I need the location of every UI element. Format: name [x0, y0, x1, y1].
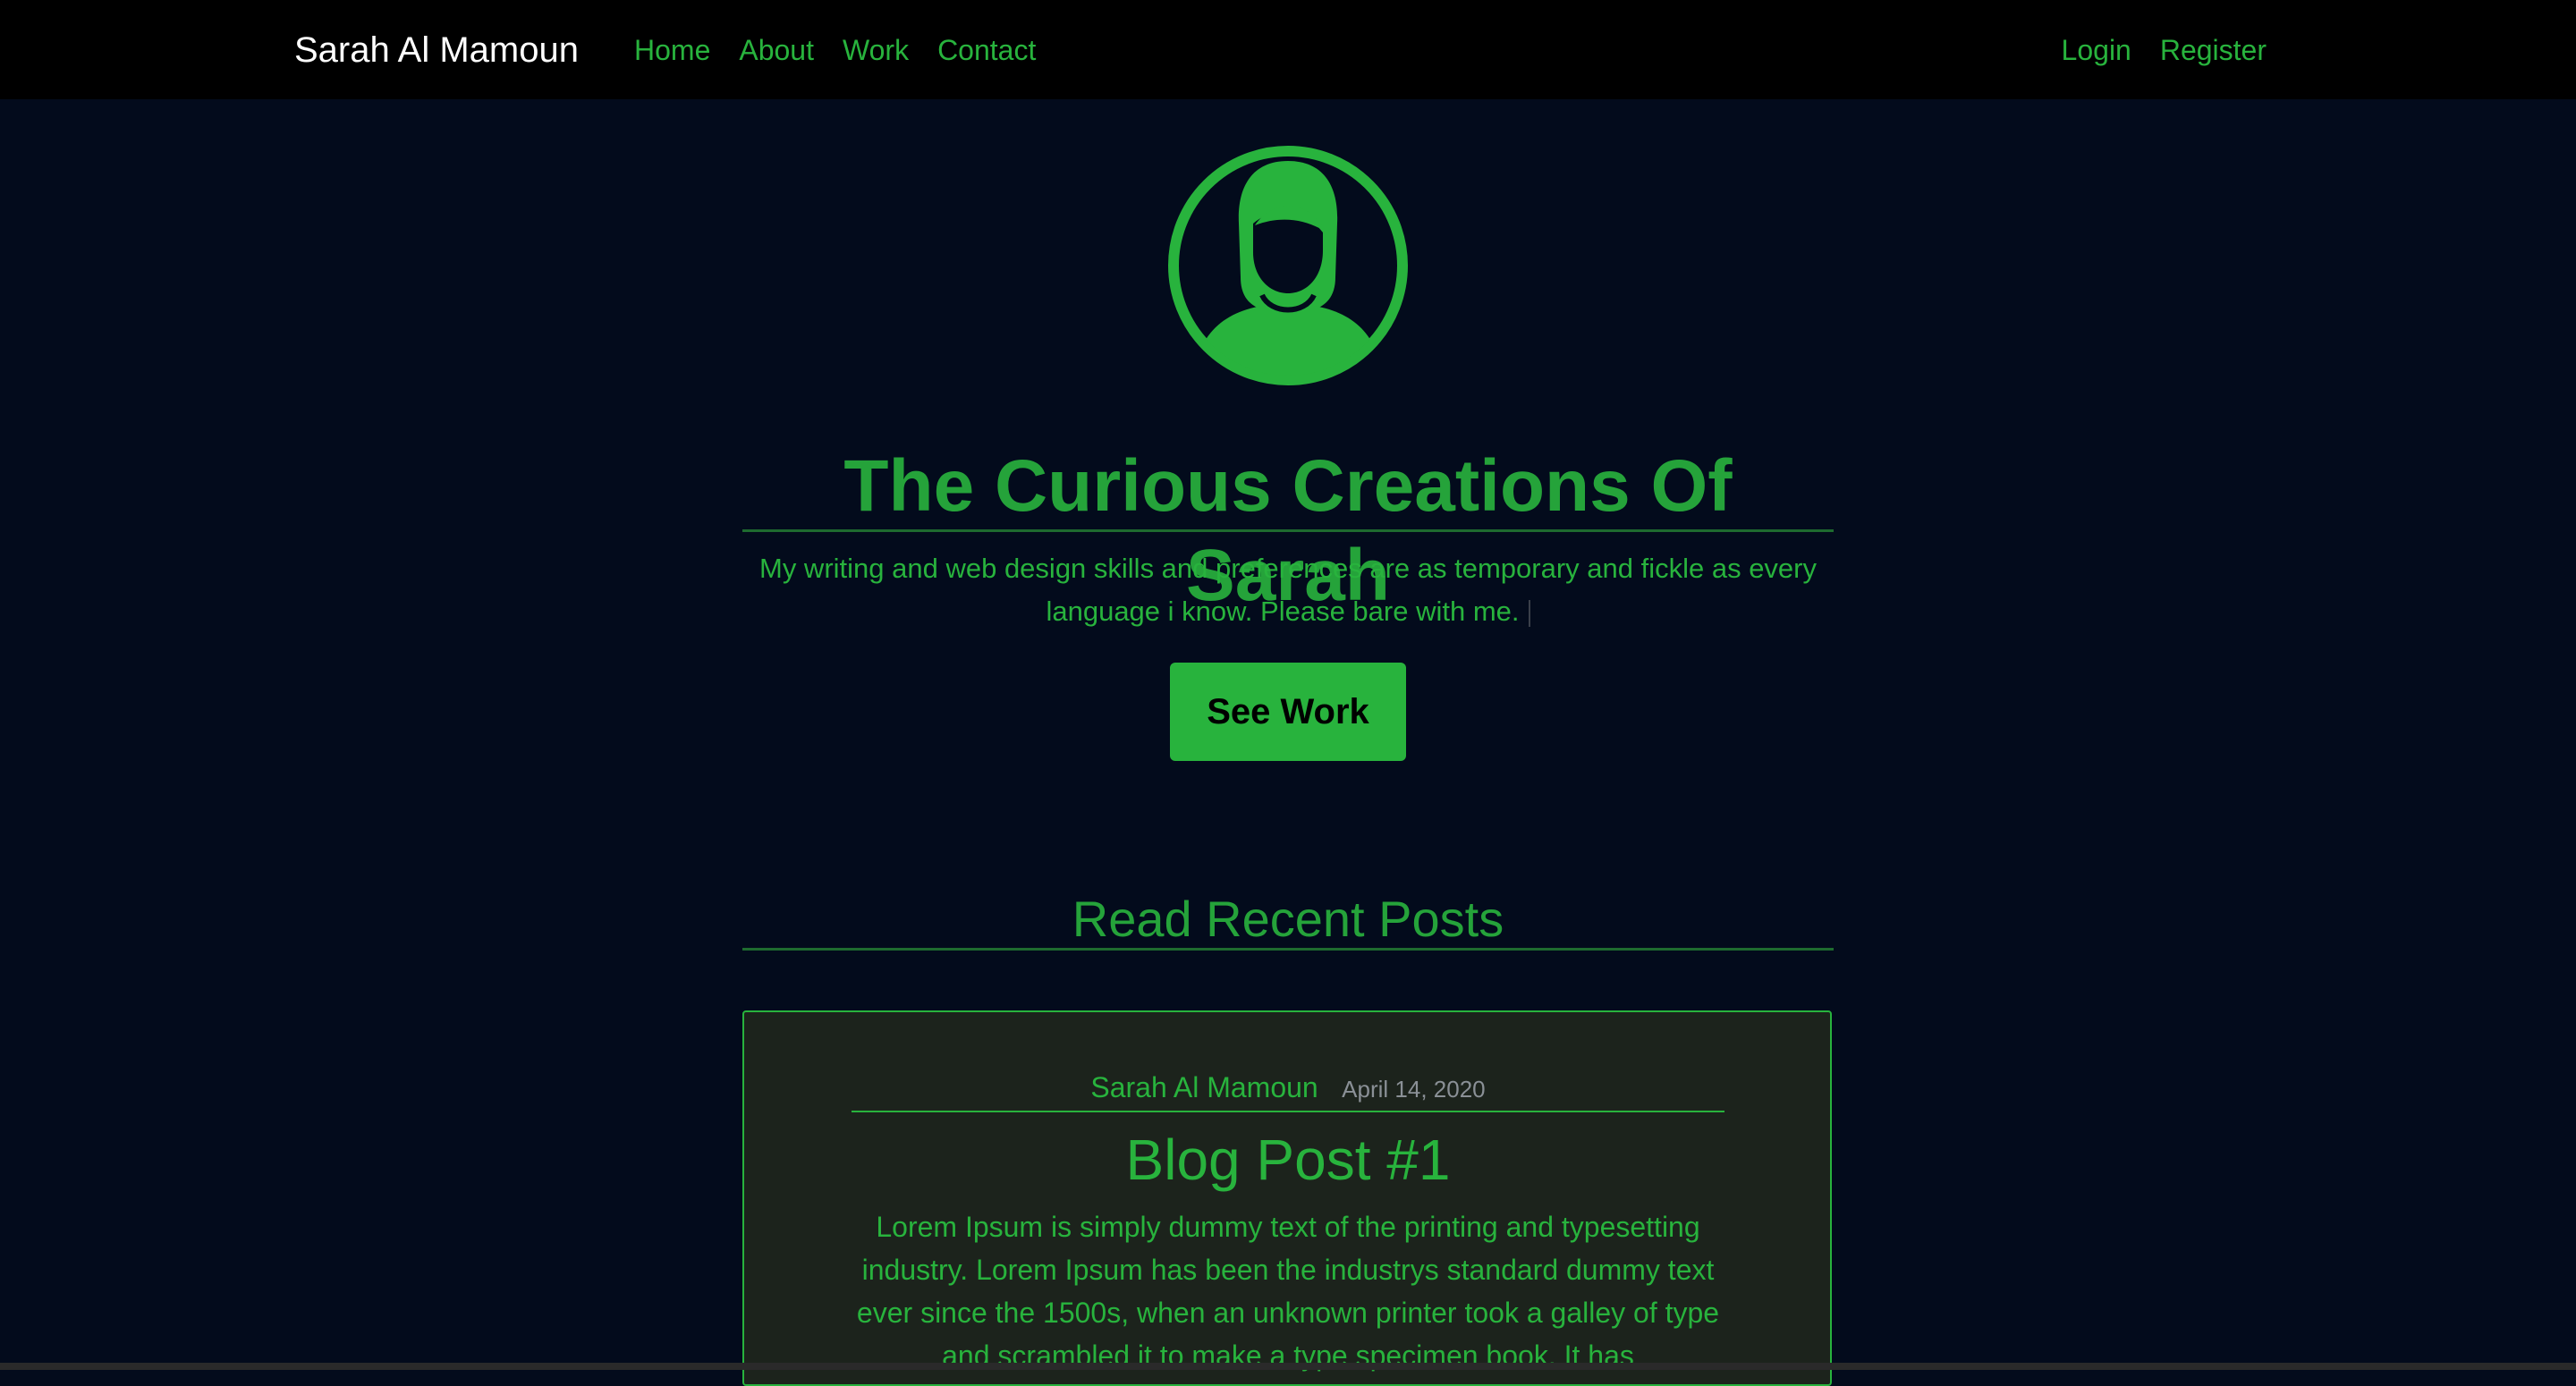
- recent-posts-divider: [742, 948, 1834, 951]
- post-author-link[interactable]: Sarah Al Mamoun: [1090, 1071, 1318, 1103]
- nav-link-contact[interactable]: Contact: [937, 23, 1036, 77]
- blog-post-card[interactable]: Sarah Al Mamoun April 14, 2020 Blog Post…: [742, 1010, 1832, 1386]
- post-title[interactable]: Blog Post #1: [852, 1120, 1724, 1200]
- auth-nav: Login Register: [2062, 23, 2267, 77]
- text-caret: [1528, 599, 1530, 627]
- main-nav: Home About Work Contact: [634, 23, 1036, 77]
- login-link[interactable]: Login: [2062, 23, 2131, 77]
- post-excerpt: Lorem Ipsum is simply dummy text of the …: [856, 1211, 1720, 1372]
- hero-divider: [742, 529, 1834, 532]
- see-work-button[interactable]: See Work: [1170, 663, 1406, 761]
- brand-link[interactable]: Sarah Al Mamoun: [294, 23, 579, 77]
- recent-posts-heading: Read Recent Posts: [1072, 891, 1504, 947]
- woman-avatar-icon: [1165, 143, 1411, 388]
- post-date: April 14, 2020: [1342, 1076, 1486, 1103]
- top-navbar: Sarah Al Mamoun Home About Work Contact …: [0, 0, 2576, 99]
- post-meta: Sarah Al Mamoun April 14, 2020: [852, 1068, 1724, 1109]
- hero-subtitle-text: My writing and web design skills and pre…: [759, 553, 1817, 627]
- nav-link-about[interactable]: About: [739, 23, 814, 77]
- nav-link-work[interactable]: Work: [843, 23, 909, 77]
- nav-link-home[interactable]: Home: [634, 23, 710, 77]
- window-bottom-edge: [0, 1363, 2576, 1370]
- hero-subtitle: My writing and web design skills and pre…: [742, 547, 1834, 633]
- register-link[interactable]: Register: [2160, 23, 2267, 77]
- post-divider: [852, 1111, 1724, 1112]
